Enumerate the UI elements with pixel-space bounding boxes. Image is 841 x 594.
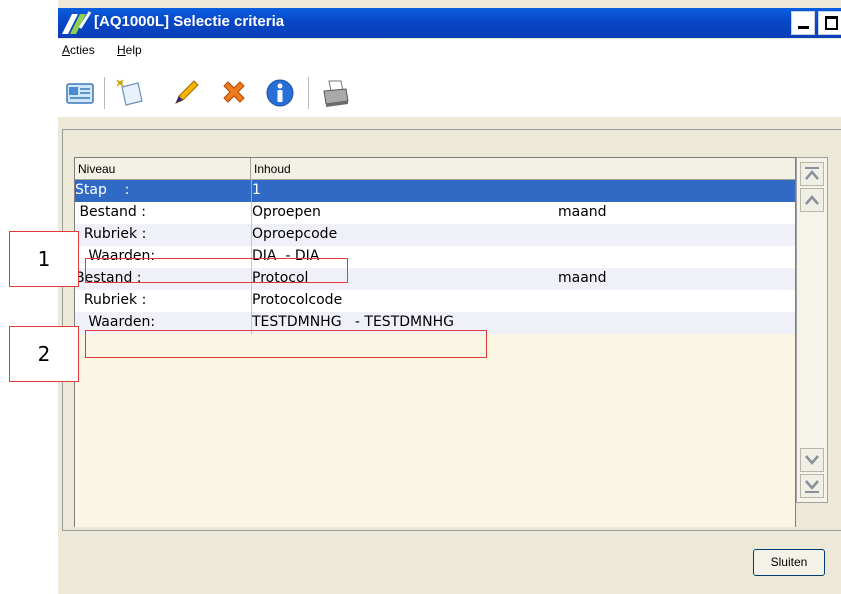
menu-help-label: elp (125, 43, 142, 57)
minimize-button[interactable] (791, 11, 815, 35)
double-chevron-down-icon (805, 480, 819, 493)
toolbar-separator (104, 77, 106, 109)
cell-niveau: Rubriek : (75, 226, 147, 242)
title-bar: [AQ1000L] Selectie criteria (58, 8, 841, 38)
callout-2: 2 (9, 326, 79, 382)
menu-acties[interactable]: Acties (62, 43, 95, 57)
menu-acties-mnemonic: A (62, 43, 71, 57)
menu-bar: Acties Help (58, 39, 841, 61)
toolbar-separator (308, 77, 310, 109)
scroll-up-button[interactable] (800, 188, 824, 212)
app-logo-icon (62, 11, 92, 34)
table-row[interactable]: Rubriek : Oproepcode (75, 224, 795, 246)
table-row[interactable]: Stap : 1 (75, 180, 795, 202)
double-chevron-up-icon (805, 167, 819, 180)
cell-niveau: Rubriek : (75, 292, 147, 308)
cell-niveau: Waarden: (75, 314, 156, 330)
grid-rows: Stap : 1 Bestand : Oproepen maand Rubrie… (75, 180, 795, 334)
menu-help[interactable]: Help (117, 43, 142, 57)
printer-icon[interactable] (320, 77, 352, 109)
toolbar (58, 61, 841, 117)
close-button[interactable]: Sluiten (753, 549, 825, 576)
cell-niveau: Stap : (75, 182, 130, 198)
scroll-bottom-button[interactable] (800, 474, 824, 498)
cell-inhoud: 1 (252, 182, 261, 198)
menu-acties-label: cties (70, 43, 95, 57)
window-title: [AQ1000L] Selectie criteria (94, 13, 285, 30)
callout-1: 1 (9, 231, 79, 287)
cell-inhoud: Protocolcode (252, 292, 343, 308)
cell-period: maand (558, 270, 607, 286)
application-window: [AQ1000L] Selectie criteria Acties Help (58, 0, 841, 594)
chevron-up-icon (805, 195, 819, 205)
cell-inhoud: TESTDMNHG - TESTDMNHG (252, 314, 454, 330)
cell-niveau: Bestand : (75, 204, 146, 220)
card-icon[interactable] (64, 77, 96, 109)
cell-inhoud: Oproepen (252, 204, 321, 220)
highlight-box-1 (85, 258, 348, 283)
grid-header: Niveau Inhoud (75, 158, 795, 180)
column-header-inhoud[interactable]: Inhoud (251, 158, 795, 179)
new-document-icon[interactable] (114, 77, 146, 109)
minimize-icon (798, 26, 809, 29)
column-header-niveau[interactable]: Niveau (75, 158, 251, 179)
maximize-icon (825, 16, 838, 30)
highlight-box-2 (85, 330, 487, 358)
info-icon[interactable] (264, 77, 296, 109)
table-row[interactable]: Rubriek : Protocolcode (75, 290, 795, 312)
pencil-icon[interactable] (170, 77, 202, 109)
cell-inhoud: Oproepcode (252, 226, 338, 242)
scroll-down-button[interactable] (800, 448, 824, 472)
scroll-top-button[interactable] (800, 162, 824, 186)
chevron-down-icon (805, 455, 819, 465)
delete-icon[interactable] (218, 77, 250, 109)
menu-help-mnemonic: H (117, 43, 126, 57)
cell-period: maand (558, 204, 607, 220)
table-row[interactable]: Bestand : Oproepen maand (75, 202, 795, 224)
vertical-scrollbar[interactable] (796, 157, 828, 503)
maximize-button[interactable] (818, 11, 841, 35)
screenshot-stage: [AQ1000L] Selectie criteria Acties Help (0, 0, 841, 594)
